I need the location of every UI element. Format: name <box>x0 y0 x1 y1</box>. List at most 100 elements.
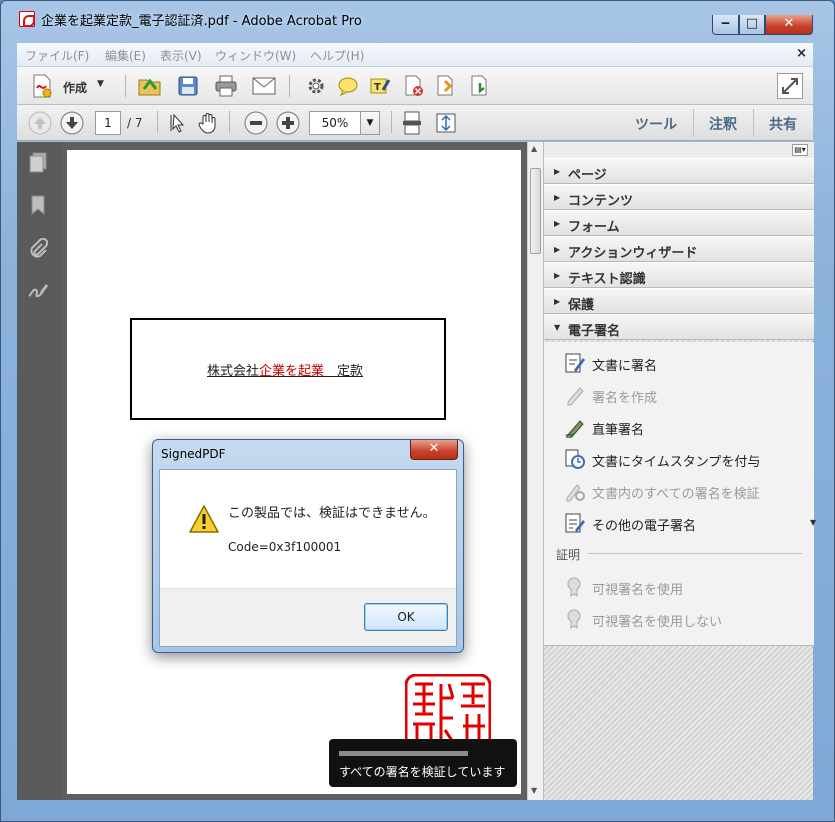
signedpdf-dialog: SignedPDF ✕ この製品では、検証はできません。 Code=0x3f10… <box>152 439 464 653</box>
close-button[interactable]: ✕ <box>765 15 813 35</box>
toolbar-divider <box>157 111 158 133</box>
subheader-divider <box>588 553 802 554</box>
section-text-recognition[interactable]: ▶ テキスト認識 <box>544 262 814 288</box>
extract-pages-icon[interactable] <box>467 73 493 99</box>
navigation-toolbar: 1 / 7 50% ▼ ツール 注釈 共有 <box>17 105 813 141</box>
section-label: 保護 <box>568 298 595 313</box>
document-close-button[interactable]: × <box>796 46 807 61</box>
sign-item-label: 文書に署名 <box>592 359 658 374</box>
fit-page-icon[interactable] <box>433 110 459 136</box>
dialog-message: この製品では、検証はできません。 <box>228 506 436 521</box>
email-icon[interactable] <box>251 73 277 99</box>
company-prefix: 株式会社 <box>207 364 260 379</box>
sign-item-label: 署名を作成 <box>592 391 658 406</box>
progress-message: すべての署名を検証しています <box>339 765 506 779</box>
delete-pages-icon[interactable] <box>401 73 427 99</box>
warning-icon <box>189 505 219 533</box>
create-pdf-icon[interactable] <box>29 73 55 99</box>
certificate-subheader: 証明 <box>556 548 581 562</box>
section-label: コンテンツ <box>568 194 634 209</box>
comment-bubble-icon[interactable] <box>335 73 361 99</box>
zoom-level-input[interactable]: 50% <box>309 111 361 135</box>
collapsed-triangle-icon: ▶ <box>554 271 561 280</box>
hand-tool-icon[interactable] <box>195 110 221 136</box>
scroll-up-icon[interactable]: ▲ <box>531 144 537 153</box>
highlight-text-icon[interactable]: T <box>367 73 393 99</box>
pane-options-icon[interactable]: ▤▾ <box>792 144 808 156</box>
sign-item-label: 直筆署名 <box>592 423 645 438</box>
certificate-ribbon-icon <box>567 609 581 629</box>
maximize-button[interactable]: □ <box>739 15 765 35</box>
section-forms[interactable]: ▶ フォーム <box>544 210 814 236</box>
menu-help[interactable]: ヘルプ(H) <box>310 47 364 64</box>
sign-item-label: 文書内のすべての署名を検証 <box>592 487 760 502</box>
menu-edit[interactable]: 編集(E) <box>105 47 146 64</box>
cert-item-label: 可視署名を使用 <box>592 583 684 598</box>
certificate-ribbon-icon <box>567 577 581 597</box>
section-label: フォーム <box>568 220 620 235</box>
bookmarks-icon[interactable] <box>27 194 49 216</box>
handwritten-pen-icon <box>565 420 584 438</box>
section-content[interactable]: ▶ コンテンツ <box>544 184 814 210</box>
more-dropdown-icon[interactable]: ▼ <box>810 518 816 527</box>
close-icon: ✕ <box>783 16 795 31</box>
scrolling-mode-icon[interactable] <box>399 110 425 136</box>
section-action-wizard[interactable]: ▶ アクションウィザード <box>544 236 814 262</box>
document-scrollbar[interactable]: ▲ ▼ <box>527 142 543 800</box>
acrobat-app-icon <box>19 11 35 27</box>
create-button[interactable]: 作成 <box>63 79 87 96</box>
collapsed-triangle-icon: ▶ <box>554 219 561 228</box>
minimize-icon: ‒ <box>720 16 731 31</box>
tab-tools[interactable]: ツール <box>635 114 677 134</box>
tab-comment[interactable]: 注釈 <box>709 114 737 134</box>
save-icon[interactable] <box>175 73 201 99</box>
page-thumbnails-icon[interactable] <box>27 152 49 174</box>
maximize-icon: □ <box>745 16 759 31</box>
collapsed-triangle-icon: ▶ <box>554 167 561 176</box>
insert-pages-icon[interactable] <box>433 73 459 99</box>
open-folder-icon[interactable] <box>137 73 163 99</box>
document-title: 株式会社企業を起業 定款 <box>207 360 363 379</box>
menu-view[interactable]: 表示(V) <box>160 47 202 64</box>
zoom-in-icon[interactable] <box>275 110 301 136</box>
section-label: テキスト認識 <box>568 272 646 287</box>
zoom-out-icon[interactable] <box>243 110 269 136</box>
next-page-icon[interactable] <box>59 110 85 136</box>
print-icon[interactable] <box>213 73 239 99</box>
pen-icon <box>567 387 584 406</box>
section-digital-signature[interactable]: ▼ 電子署名 <box>544 314 814 340</box>
menu-window[interactable]: ウィンドウ(W) <box>215 47 296 64</box>
collapsed-triangle-icon: ▶ <box>554 193 561 202</box>
section-label: ページ <box>568 168 607 183</box>
create-dropdown-icon[interactable]: ▼ <box>97 79 104 89</box>
timestamp-clock-icon <box>565 449 585 469</box>
attachments-paperclip-icon[interactable] <box>27 237 49 260</box>
dialog-body: この製品では、検証はできません。 Code=0x3f100001 OK <box>159 469 457 647</box>
section-pages[interactable]: ▶ ページ <box>544 158 814 184</box>
window-title: 企業を起業定款_電子認証済.pdf - Adobe Acrobat Pro <box>41 14 362 29</box>
more-signatures-item[interactable]: その他の電子署名 ▼ <box>564 512 816 534</box>
zoom-dropdown-icon[interactable]: ▼ <box>360 111 380 135</box>
collapsed-triangle-icon: ▶ <box>554 297 561 306</box>
toolbar-divider <box>229 111 230 133</box>
scroll-down-icon[interactable]: ▼ <box>531 786 537 795</box>
settings-gear-icon[interactable] <box>303 73 329 99</box>
ok-button[interactable]: OK <box>364 603 448 631</box>
fullscreen-expand-icon[interactable] <box>777 73 803 99</box>
section-protection[interactable]: ▶ 保護 <box>544 288 814 314</box>
toolbar-divider <box>391 111 392 133</box>
toolbar-divider <box>125 75 126 97</box>
sign-item-label: その他の電子署名 <box>592 519 697 534</box>
menu-file[interactable]: ファイル(F) <box>25 47 89 64</box>
title-bar: 企業を起業定款_電子認証済.pdf - Adobe Acrobat Pro ‒ … <box>1 1 834 35</box>
tab-share[interactable]: 共有 <box>769 114 797 134</box>
signatures-pen-icon[interactable] <box>27 280 49 302</box>
select-tool-icon[interactable] <box>165 110 191 136</box>
more-signatures-icon <box>565 513 585 533</box>
scrollbar-thumb[interactable] <box>530 168 541 254</box>
page-number-input[interactable]: 1 <box>95 111 121 135</box>
minimize-button[interactable]: ‒ <box>712 15 739 35</box>
previous-page-icon[interactable] <box>27 110 53 136</box>
dialog-close-button[interactable]: ✕ <box>410 440 458 460</box>
validation-progress-toast: すべての署名を検証しています <box>329 739 517 787</box>
